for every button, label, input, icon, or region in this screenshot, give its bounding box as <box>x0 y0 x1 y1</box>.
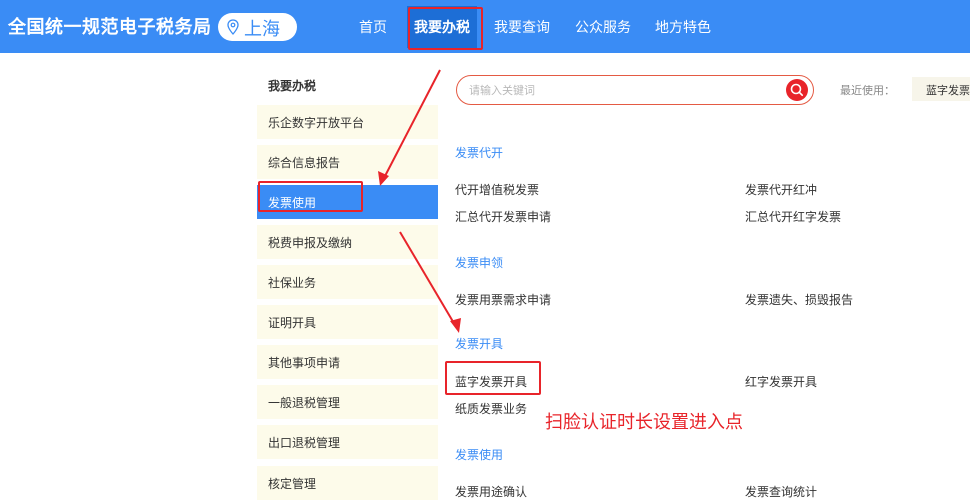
section-title-invoice-issue-on-behalf: 发票代开 <box>455 146 504 160</box>
nav-local-features[interactable]: 地方特色 <box>655 17 711 37</box>
annotation-text: 扫脸认证时长设置进入点 <box>545 412 743 433</box>
link-invoice-demand-request[interactable]: 发票用票需求申请 <box>455 291 551 308</box>
sidebar-item-export-refund[interactable]: 出口退税管理 <box>257 425 438 459</box>
link-summary-invoice-request[interactable]: 汇总代开发票申请 <box>455 208 551 225</box>
section-title-invoice-usage: 发票使用 <box>455 448 504 462</box>
section-title-invoice-issuing: 发票开具 <box>455 337 504 351</box>
nav-query[interactable]: 我要查询 <box>494 17 550 37</box>
arrowhead-content <box>450 318 461 333</box>
location-pin-icon <box>227 19 239 35</box>
link-invoice-loss-report[interactable]: 发票遗失、损毁报告 <box>745 291 853 308</box>
top-navigation-bar: 全国统一规范电子税务局 上海 首页 我要办税 我要查询 公众服务 地方特色 <box>0 0 970 53</box>
sidebar-heading: 我要办税 <box>268 79 317 93</box>
recent-item[interactable]: 蓝字发票开具 <box>912 77 970 101</box>
search-input[interactable] <box>469 82 769 98</box>
search-icon <box>790 83 804 97</box>
city-selector[interactable]: 上海 <box>218 13 297 41</box>
sidebar-item-tax-filing[interactable]: 税费申报及缴纳 <box>257 225 438 259</box>
recent-used-label: 最近使用： <box>840 84 895 97</box>
sidebar-item-general-refund[interactable]: 一般退税管理 <box>257 385 438 419</box>
search-button[interactable] <box>786 79 808 101</box>
nav-public-service[interactable]: 公众服务 <box>575 17 631 37</box>
search-box <box>456 75 814 105</box>
city-label: 上海 <box>244 19 280 40</box>
site-title[interactable]: 全国统一规范电子税务局 <box>8 13 212 39</box>
link-paper-invoice-business[interactable]: 纸质发票业务 <box>455 400 527 417</box>
link-invoice-query-stats[interactable]: 发票查询统计 <box>745 483 817 500</box>
sidebar-item-other-requests[interactable]: 其他事项申请 <box>257 345 438 379</box>
link-red-invoice-issue[interactable]: 红字发票开具 <box>745 373 817 390</box>
nav-home[interactable]: 首页 <box>359 17 387 37</box>
link-blue-invoice-issue[interactable]: 蓝字发票开具 <box>455 373 527 390</box>
section-title-invoice-application: 发票申领 <box>455 256 504 270</box>
link-vat-invoice-on-behalf[interactable]: 代开增值税发票 <box>455 181 539 198</box>
sidebar-item-certificate[interactable]: 证明开具 <box>257 305 438 339</box>
link-invoice-on-behalf-red-reversal[interactable]: 发票代开红冲 <box>745 181 817 198</box>
sidebar-item-leqi-platform[interactable]: 乐企数字开放平台 <box>257 105 438 139</box>
sidebar-item-info-report[interactable]: 综合信息报告 <box>257 145 438 179</box>
sidebar-item-social-insurance[interactable]: 社保业务 <box>257 265 438 299</box>
sidebar-item-assessment[interactable]: 核定管理 <box>257 466 438 500</box>
sidebar-item-invoice-use[interactable]: 发票使用 <box>257 185 438 219</box>
link-invoice-purpose-confirm[interactable]: 发票用途确认 <box>455 483 527 500</box>
nav-tax-handling[interactable]: 我要办税 <box>407 6 477 48</box>
link-summary-red-invoice[interactable]: 汇总代开红字发票 <box>745 208 841 225</box>
